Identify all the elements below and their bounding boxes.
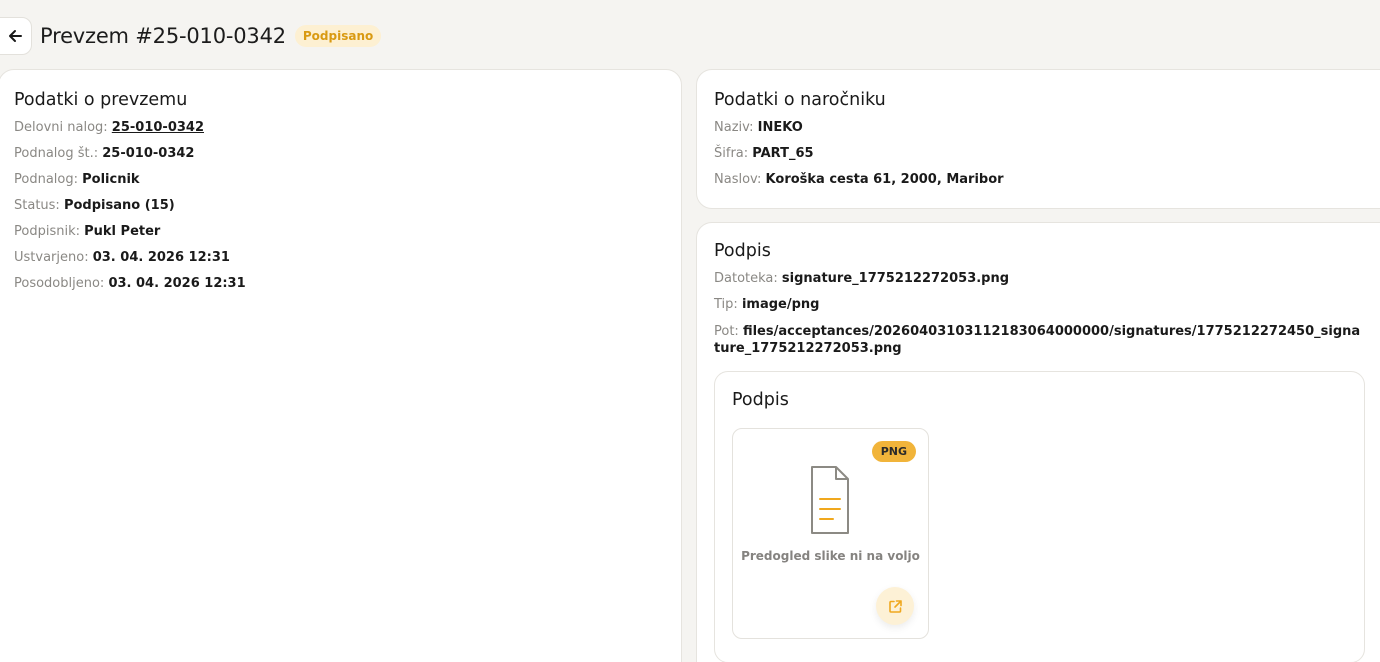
field-label: Šifra: — [714, 146, 749, 161]
back-button[interactable] — [0, 17, 32, 55]
field-label: Tip: — [714, 297, 738, 312]
field-value: 03. 04. 2026 12:31 — [92, 250, 230, 265]
field-label: Posodobljeno: — [14, 276, 105, 291]
work-order-link[interactable]: 25-010-0342 — [112, 120, 204, 135]
field-file-path: Pot: files/acceptances/20260403103112183… — [714, 323, 1366, 357]
field-label: Podnalog št.: — [14, 146, 99, 161]
field-value: Pukl Peter — [84, 224, 161, 239]
field-suborder-number: Podnalog št.: 25-010-0342 — [14, 146, 666, 162]
field-value: PART_65 — [752, 146, 814, 161]
field-value: files/acceptances/2026040310311218306400… — [714, 324, 1361, 356]
field-label: Datoteka: — [714, 271, 778, 286]
field-value: Koroška cesta 61, 2000, Maribor — [765, 172, 1004, 187]
file-tile[interactable]: PNG Predogled slike ni na voljo — [732, 428, 929, 639]
signature-card: Podpis Datoteka: signature_1775212272053… — [696, 222, 1380, 662]
field-value: Policnik — [82, 172, 140, 187]
field-value: INEKO — [757, 120, 803, 135]
field-updated: Posodobljeno: 03. 04. 2026 12:31 — [14, 276, 666, 292]
acceptance-details-title: Podatki o prevzemu — [14, 90, 188, 110]
open-file-button[interactable] — [876, 587, 914, 625]
status-badge: Podpisano — [294, 25, 382, 47]
field-label: Podpisnik: — [14, 224, 80, 239]
field-label: Ustvarjeno: — [14, 250, 89, 265]
document-icon — [811, 466, 849, 534]
field-customer-code: Šifra: PART_65 — [714, 146, 1378, 162]
field-customer-name: Naziv: INEKO — [714, 120, 1378, 136]
signature-title: Podpis — [714, 241, 771, 261]
field-value: 03. 04. 2026 12:31 — [108, 276, 246, 291]
field-created: Ustvarjeno: 03. 04. 2026 12:31 — [14, 250, 666, 266]
no-preview-text: Predogled slike ni na voljo — [741, 549, 920, 563]
field-value: 25-010-0342 — [102, 146, 195, 161]
customer-details-title: Podatki o naročniku — [714, 90, 886, 110]
field-label: Podnalog: — [14, 172, 78, 187]
field-work-order: Delovni nalog: 25-010-0342 — [14, 120, 666, 136]
field-label: Pot: — [714, 324, 739, 339]
file-type-badge: PNG — [871, 441, 916, 462]
signature-preview-title: Podpis — [732, 390, 789, 410]
page-title: Prevzem #25-010-0342 — [40, 24, 286, 48]
external-link-icon — [888, 599, 902, 613]
field-label: Status: — [14, 198, 60, 213]
field-suborder: Podnalog: Policnik — [14, 172, 666, 188]
field-label: Delovni nalog: — [14, 120, 108, 135]
field-status: Status: Podpisano (15) — [14, 198, 666, 214]
field-value: signature_1775212272053.png — [781, 271, 1010, 286]
field-label: Naziv: — [714, 120, 754, 135]
customer-details-card: Podatki o naročniku Naziv: INEKO Šifra: … — [696, 69, 1380, 209]
field-file-type: Tip: image/png — [714, 297, 1378, 313]
acceptance-details-card: Podatki o prevzemu Delovni nalog: 25-010… — [0, 69, 682, 662]
field-file-name: Datoteka: signature_1775212272053.png — [714, 271, 1378, 287]
field-signer: Podpisnik: Pukl Peter — [14, 224, 666, 240]
field-customer-address: Naslov: Koroška cesta 61, 2000, Maribor — [714, 172, 1378, 188]
signature-preview-card: Podpis PNG Predogled slike ni na voljo — [714, 371, 1365, 662]
field-value: Podpisano (15) — [63, 198, 175, 213]
page-header: Prevzem #25-010-0342 Podpisano — [0, 16, 382, 56]
arrow-left-icon — [9, 30, 22, 42]
field-label: Naslov: — [714, 172, 762, 187]
field-value: image/png — [741, 297, 820, 312]
